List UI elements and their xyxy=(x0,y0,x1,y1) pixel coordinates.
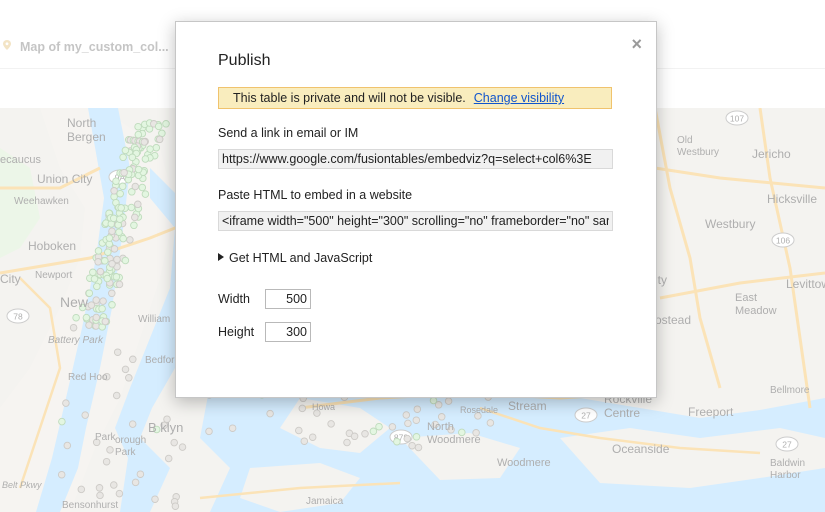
private-warning-banner: This table is private and will not be vi… xyxy=(218,87,612,109)
paste-html-label: Paste HTML to embed in a website xyxy=(218,188,413,202)
publish-dialog: × Publish This table is private and will… xyxy=(175,21,657,398)
height-input[interactable] xyxy=(265,322,311,342)
embed-html-field[interactable] xyxy=(218,211,613,231)
get-html-js-label: Get HTML and JavaScript xyxy=(229,251,373,265)
private-warning-text: This table is private and will not be vi… xyxy=(233,91,466,105)
expand-triangle-icon xyxy=(218,253,224,261)
link-url-field[interactable] xyxy=(218,149,613,169)
width-input[interactable] xyxy=(265,289,311,309)
close-icon[interactable]: × xyxy=(631,34,642,55)
height-label: Height xyxy=(218,325,255,339)
dialog-title: Publish xyxy=(218,52,271,69)
get-html-js-toggle[interactable]: Get HTML and JavaScript xyxy=(218,251,372,265)
change-visibility-link[interactable]: Change visibility xyxy=(474,91,564,105)
width-label: Width xyxy=(218,292,250,306)
send-link-label: Send a link in email or IM xyxy=(218,126,359,140)
